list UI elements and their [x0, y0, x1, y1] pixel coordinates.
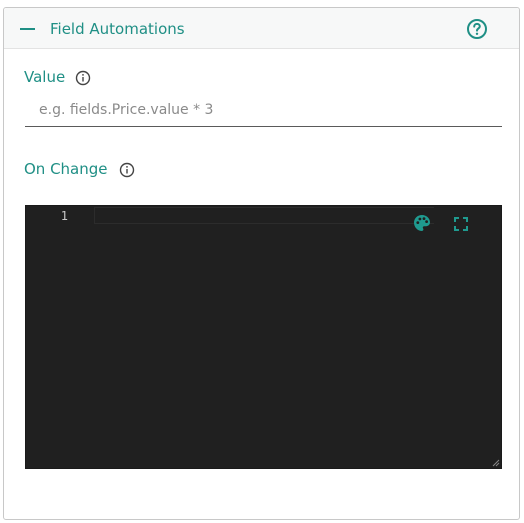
info-icon[interactable] [75, 70, 91, 86]
on-change-code-editor[interactable]: 1 [25, 205, 502, 469]
minus-icon[interactable] [20, 28, 35, 30]
on-change-label: On Change [24, 160, 108, 178]
field-automations-panel: Field Automations Value On Change 1 [3, 7, 520, 520]
active-line[interactable] [94, 207, 434, 224]
line-number: 1 [60, 209, 68, 223]
fullscreen-icon[interactable] [454, 217, 468, 231]
info-icon[interactable] [119, 162, 135, 178]
resize-handle-icon[interactable] [491, 458, 500, 467]
panel-header[interactable]: Field Automations [4, 8, 519, 49]
help-circle-icon[interactable] [466, 18, 488, 40]
editor-gutter: 1 [26, 206, 90, 468]
value-label: Value [24, 68, 66, 86]
palette-icon[interactable] [413, 214, 431, 232]
panel-title: Field Automations [50, 20, 185, 38]
value-input[interactable] [25, 94, 502, 127]
